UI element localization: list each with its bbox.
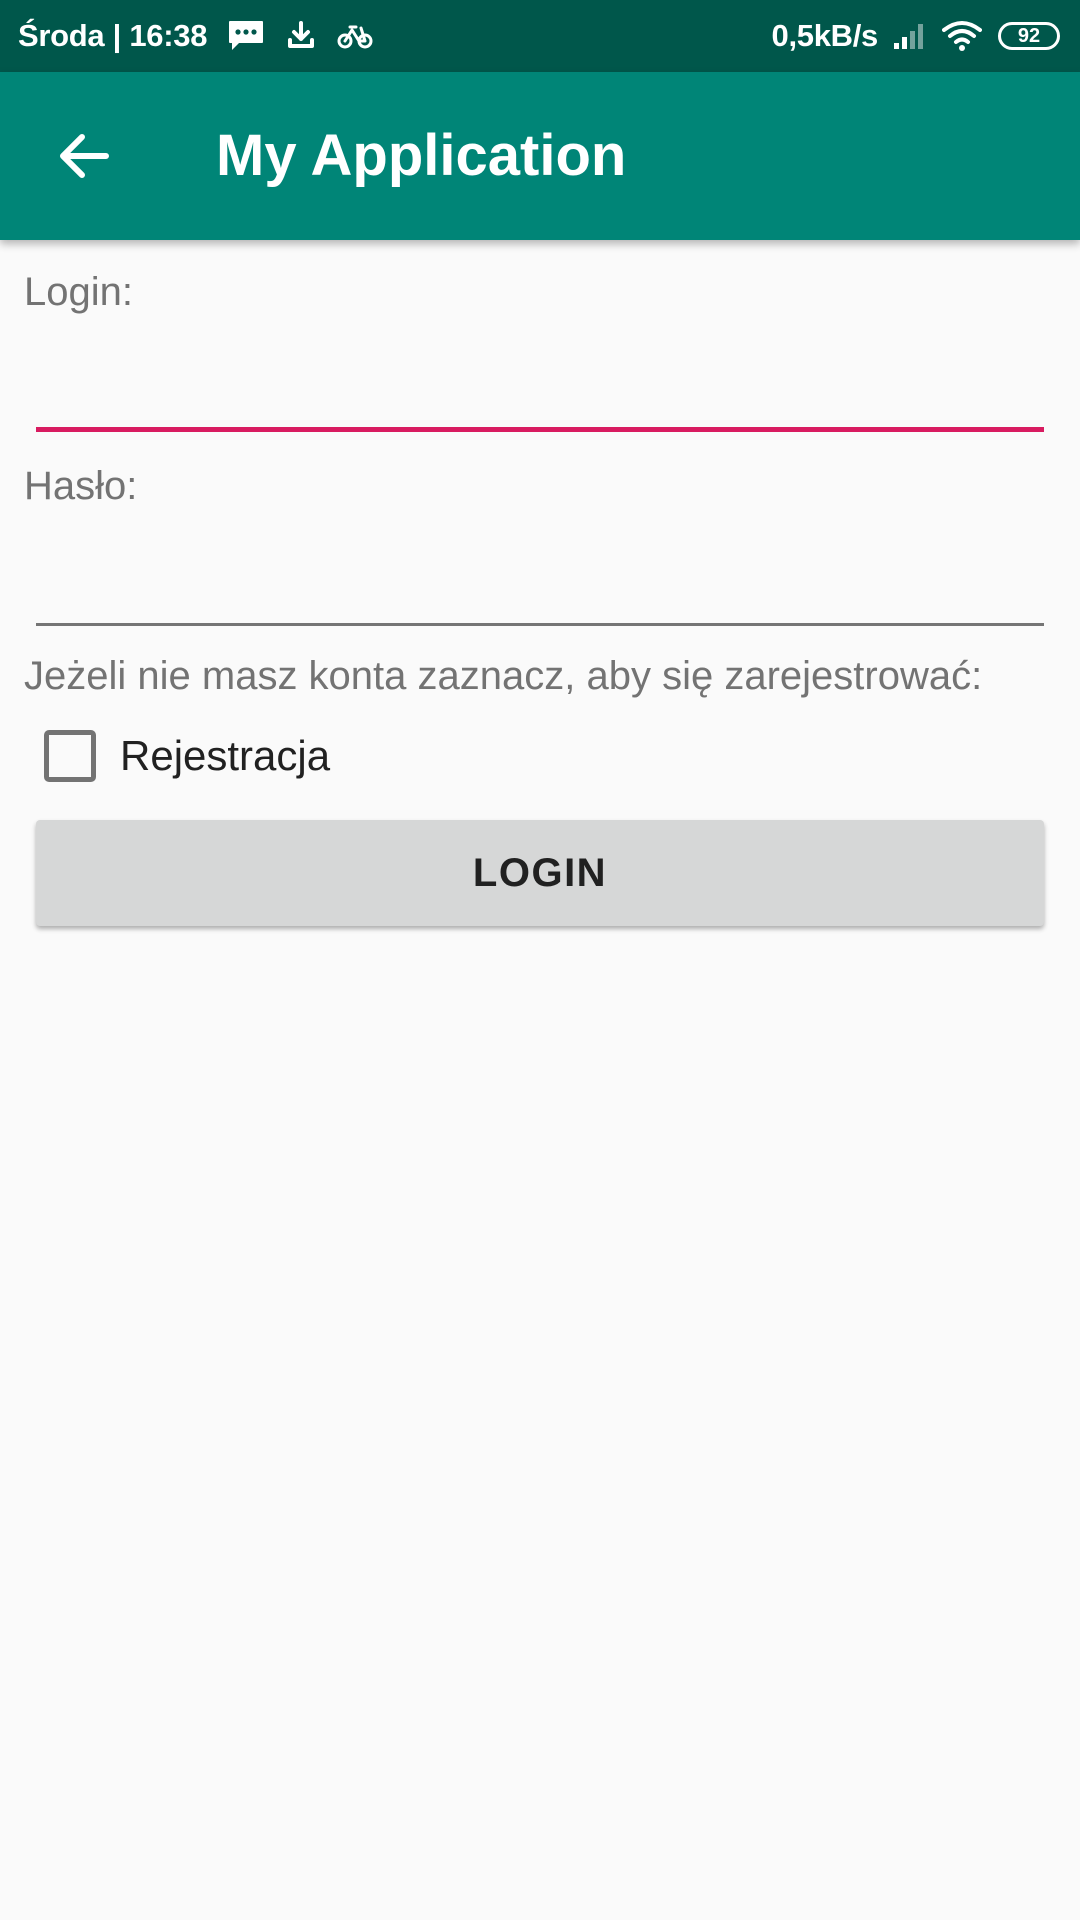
download-icon	[285, 20, 317, 52]
register-checkbox-label[interactable]: Rejestracja	[120, 732, 330, 780]
password-input[interactable]	[36, 556, 1044, 626]
signal-icon	[892, 21, 928, 51]
app-bar: My Application	[0, 72, 1080, 240]
register-checkbox[interactable]	[44, 730, 96, 782]
status-left: Środa | 16:38	[18, 18, 373, 54]
status-bar: Środa | 16:38 0,5kB/s 92	[0, 0, 1080, 72]
app-title: My Application	[216, 123, 627, 188]
bike-icon	[337, 22, 373, 50]
status-day-time: Środa | 16:38	[18, 18, 208, 53]
status-right: 0,5kB/s 92	[772, 18, 1060, 54]
password-label: Hasło:	[24, 464, 138, 508]
login-screen: Środa | 16:38 0,5kB/s 92 My Application …	[0, 0, 1080, 1920]
battery-icon: 92	[998, 22, 1060, 50]
login-label: Login:	[24, 270, 133, 314]
arrow-back-icon	[60, 134, 109, 178]
back-button[interactable]	[42, 114, 126, 198]
login-input[interactable]	[36, 362, 1044, 432]
login-button[interactable]: LOGIN	[36, 820, 1044, 926]
register-checkbox-row[interactable]: Rejestracja	[44, 726, 330, 786]
network-speed: 0,5kB/s	[771, 18, 879, 53]
register-hint: Jeżeli nie masz konta zaznacz, aby się z…	[24, 654, 983, 698]
battery-level: 92	[1017, 25, 1041, 47]
wifi-icon	[942, 20, 982, 52]
message-icon	[227, 19, 265, 53]
